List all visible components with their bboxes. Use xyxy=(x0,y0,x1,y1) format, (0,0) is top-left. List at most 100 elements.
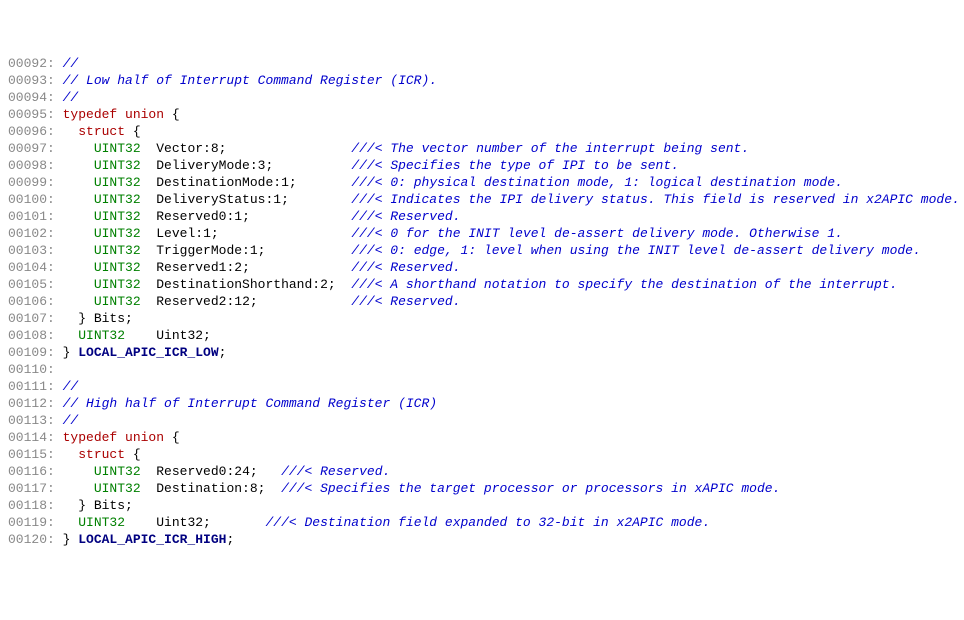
code-line: 00092: // xyxy=(8,55,956,72)
code-text: ; xyxy=(281,192,351,207)
code-line: 00104: UINT32 Reserved1:2; ///< Reserved… xyxy=(8,259,956,276)
code-text xyxy=(63,141,94,156)
code-text: Destination: xyxy=(141,481,250,496)
code-text: 2 xyxy=(320,277,328,292)
type-name: UINT32 xyxy=(94,158,141,173)
comment-text: ///< 0 for the INIT level de-assert deli… xyxy=(351,226,842,241)
keyword: typedef xyxy=(63,107,118,122)
code-line: 00098: UINT32 DeliveryMode:3; ///< Speci… xyxy=(8,157,956,174)
code-text xyxy=(63,209,94,224)
type-name: UINT32 xyxy=(94,226,141,241)
code-line: 00103: UINT32 TriggerMode:1; ///< 0: edg… xyxy=(8,242,956,259)
type-name: UINT32 xyxy=(94,141,141,156)
code-line: 00096: struct { xyxy=(8,123,956,140)
line-number: 00120: xyxy=(8,532,63,547)
code-text: ; xyxy=(258,243,352,258)
code-text: DeliveryStatus: xyxy=(141,192,274,207)
line-number: 00119: xyxy=(8,515,63,530)
comment-text: // xyxy=(63,56,79,71)
type-name: UINT32 xyxy=(94,481,141,496)
code-text: Reserved0: xyxy=(141,209,235,224)
line-number: 00117: xyxy=(8,481,63,496)
code-text: 1 xyxy=(234,209,242,224)
typedef-name: LOCAL_APIC_ICR_LOW xyxy=(78,345,218,360)
keyword: struct xyxy=(78,124,125,139)
line-number: 00114: xyxy=(8,430,63,445)
code-text: { xyxy=(125,124,141,139)
code-text: ; xyxy=(219,141,352,156)
line-number: 00113: xyxy=(8,413,63,428)
code-text: TriggerMode: xyxy=(141,243,250,258)
code-line: 00112: // High half of Interrupt Command… xyxy=(8,395,956,412)
code-text: 1 xyxy=(250,243,258,258)
code-text xyxy=(63,175,94,190)
code-text: Uint32; xyxy=(125,328,211,343)
code-line: 00114: typedef union { xyxy=(8,429,956,446)
code-line: 00099: UINT32 DestinationMode:1; ///< 0:… xyxy=(8,174,956,191)
typedef-name: LOCAL_APIC_ICR_HIGH xyxy=(78,532,226,547)
code-line: 00100: UINT32 DeliveryStatus:1; ///< Ind… xyxy=(8,191,956,208)
comment-text: ///< Specifies the target processor or p… xyxy=(281,481,780,496)
line-number: 00105: xyxy=(8,277,63,292)
code-text xyxy=(63,243,94,258)
type-name: UINT32 xyxy=(94,260,141,275)
code-text xyxy=(117,107,125,122)
line-number: 00115: xyxy=(8,447,63,462)
code-line: 00111: // xyxy=(8,378,956,395)
keyword: union xyxy=(125,430,164,445)
line-number: 00098: xyxy=(8,158,63,173)
code-text: ; xyxy=(242,209,351,224)
code-line: 00109: } LOCAL_APIC_ICR_LOW; xyxy=(8,344,956,361)
code-text: Reserved1: xyxy=(141,260,235,275)
code-text: 1 xyxy=(203,226,211,241)
line-number: 00093: xyxy=(8,73,63,88)
line-number: 00106: xyxy=(8,294,63,309)
line-number: 00099: xyxy=(8,175,63,190)
comment-text: ///< Reserved. xyxy=(351,294,460,309)
code-text: ; xyxy=(289,175,351,190)
line-number: 00112: xyxy=(8,396,63,411)
code-text xyxy=(63,192,94,207)
code-text: { xyxy=(125,447,141,462)
code-line: 00120: } LOCAL_APIC_ICR_HIGH; xyxy=(8,531,956,548)
code-text: 24 xyxy=(234,464,250,479)
code-text xyxy=(63,447,79,462)
line-number: 00111: xyxy=(8,379,63,394)
comment-text: // Low half of Interrupt Command Registe… xyxy=(63,73,437,88)
code-text: Level: xyxy=(141,226,203,241)
line-number: 00118: xyxy=(8,498,63,513)
code-text xyxy=(63,515,79,530)
type-name: UINT32 xyxy=(94,209,141,224)
code-text: 2 xyxy=(234,260,242,275)
code-line: 00093: // Low half of Interrupt Command … xyxy=(8,72,956,89)
comment-text: ///< Indicates the IPI delivery status. … xyxy=(351,192,960,207)
comment-text: // xyxy=(63,413,79,428)
line-number: 00102: xyxy=(8,226,63,241)
code-text: 1 xyxy=(273,192,281,207)
code-line: 00097: UINT32 Vector:8; ///< The vector … xyxy=(8,140,956,157)
line-number: 00094: xyxy=(8,90,63,105)
code-text: { xyxy=(164,107,180,122)
comment-text: ///< 0: edge, 1: level when using the IN… xyxy=(351,243,921,258)
code-text: ; xyxy=(226,532,234,547)
code-text xyxy=(63,158,94,173)
type-name: UINT32 xyxy=(94,294,141,309)
code-line: 00108: UINT32 Uint32; xyxy=(8,327,956,344)
code-text: DeliveryMode: xyxy=(141,158,258,173)
code-line: 00094: // xyxy=(8,89,956,106)
code-text xyxy=(63,464,94,479)
type-name: UINT32 xyxy=(94,277,141,292)
line-number: 00116: xyxy=(8,464,63,479)
source-code-listing: 00092: //00093: // Low half of Interrupt… xyxy=(8,55,956,548)
code-line: 00102: UINT32 Level:1; ///< 0 for the IN… xyxy=(8,225,956,242)
keyword: union xyxy=(125,107,164,122)
code-text xyxy=(63,481,94,496)
code-text xyxy=(117,430,125,445)
line-number: 00101: xyxy=(8,209,63,224)
code-text: } Bits; xyxy=(63,498,133,513)
comment-text: ///< Reserved. xyxy=(281,464,390,479)
code-text xyxy=(63,226,94,241)
code-text: ; xyxy=(250,464,281,479)
type-name: UINT32 xyxy=(94,192,141,207)
code-text: Vector: xyxy=(141,141,211,156)
